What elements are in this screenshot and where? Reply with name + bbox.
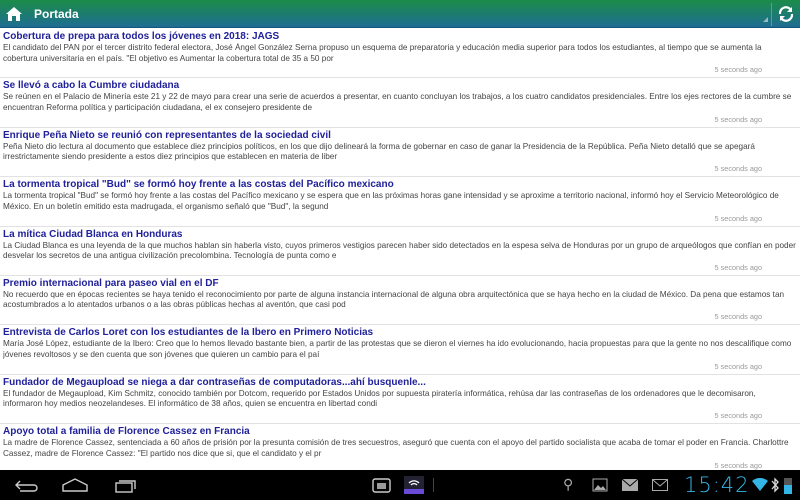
home-nav-icon[interactable]	[62, 477, 88, 493]
article-timestamp: 5 seconds ago	[714, 213, 762, 223]
article-summary: El candidato del PAN por el tercer distr…	[3, 43, 762, 63]
article-summary: María José López, estudiante de la Ibero…	[3, 339, 792, 359]
article-item[interactable]: Fundador de Megaupload se niega a dar co…	[0, 375, 800, 425]
article-item[interactable]: Enrique Peña Nieto se reunió con represe…	[0, 128, 800, 178]
article-summary: Peña Nieto dio lectura al documento que …	[3, 141, 755, 162]
article-timestamp: 5 seconds ago	[714, 411, 762, 421]
article-title[interactable]: La mítica Ciudad Blanca en Honduras	[3, 229, 797, 241]
article-summary: No recuerdo que en épocas recientes se h…	[3, 289, 785, 310]
article-summary: La tormenta tropical "Bud" se formó hoy …	[3, 191, 779, 211]
article-summary: La madre de Florence Cassez, sentenciada…	[3, 438, 789, 458]
article-title[interactable]: Cobertura de prepa para todos los jóvene…	[3, 31, 797, 43]
article-item[interactable]: La mítica Ciudad Blanca en Honduras La Ci…	[0, 227, 800, 276]
article-list[interactable]: Cobertura de prepa para todos los jóvene…	[0, 29, 800, 470]
article-summary: Se reúnen en el Palacio de Minería este …	[3, 92, 792, 112]
article-title[interactable]: Se llevó a cabo la Cumbre ciudadana	[3, 80, 797, 92]
article-item[interactable]: Se llevó a cabo la Cumbre ciudadana Se re…	[0, 78, 800, 128]
article-timestamp: 5 seconds ago	[714, 361, 762, 371]
article-timestamp: 5 seconds ago	[714, 312, 762, 322]
screen-icon[interactable]	[372, 478, 392, 493]
article-title[interactable]: La tormenta tropical "Bud" se formó hoy …	[3, 179, 797, 191]
recent-apps-icon[interactable]	[114, 478, 138, 494]
gallery-icon	[592, 478, 608, 492]
article-item[interactable]: Apoyo total a familia de Florence Cassez…	[0, 424, 800, 470]
system-bar: ⚲ 15:42	[0, 470, 800, 500]
article-title[interactable]: Apoyo total a familia de Florence Cassez…	[3, 426, 797, 438]
refresh-icon[interactable]	[777, 5, 795, 23]
clock: 15:42	[684, 473, 750, 497]
article-item[interactable]: La tormenta tropical "Bud" se formó hoy …	[0, 177, 800, 227]
usb-icon: ⚲	[563, 476, 574, 492]
divider	[771, 3, 772, 26]
gmail-icon	[652, 479, 668, 491]
article-timestamp: 5 seconds ago	[714, 164, 762, 174]
battery-icon	[784, 478, 792, 494]
article-title[interactable]: Premio internacional para paseo vial en …	[3, 278, 797, 290]
wifi-app-icon[interactable]	[404, 476, 424, 494]
article-timestamp: 5 seconds ago	[714, 114, 762, 124]
article-title[interactable]: Entrevista de Carlos Loret con los estud…	[3, 327, 797, 339]
wifi-signal-icon	[752, 478, 768, 491]
article-timestamp: 5 seconds ago	[714, 262, 762, 272]
article-timestamp: 5 seconds ago	[714, 460, 762, 470]
action-bar: Portada	[0, 0, 800, 28]
divider	[433, 478, 434, 492]
overflow-indicator-icon	[763, 17, 768, 22]
page-title: Portada	[34, 7, 79, 21]
article-item[interactable]: Cobertura de prepa para todos los jóvene…	[0, 29, 800, 79]
article-item[interactable]: Premio internacional para paseo vial en …	[0, 276, 800, 326]
article-item[interactable]: Entrevista de Carlos Loret con los estud…	[0, 325, 800, 375]
email-icon	[622, 479, 638, 491]
article-title[interactable]: Enrique Peña Nieto se reunió con represe…	[3, 130, 797, 142]
home-icon[interactable]	[5, 5, 23, 23]
article-title[interactable]: Fundador de Megaupload se niega a dar co…	[3, 377, 797, 389]
bluetooth-icon	[771, 477, 779, 493]
article-timestamp: 5 seconds ago	[714, 65, 762, 75]
article-summary: El fundador de Megaupload, Kim Schmitz, …	[3, 388, 756, 409]
article-summary: La Ciudad Blanca es una leyenda de la qu…	[3, 240, 796, 261]
back-icon[interactable]	[14, 479, 38, 493]
